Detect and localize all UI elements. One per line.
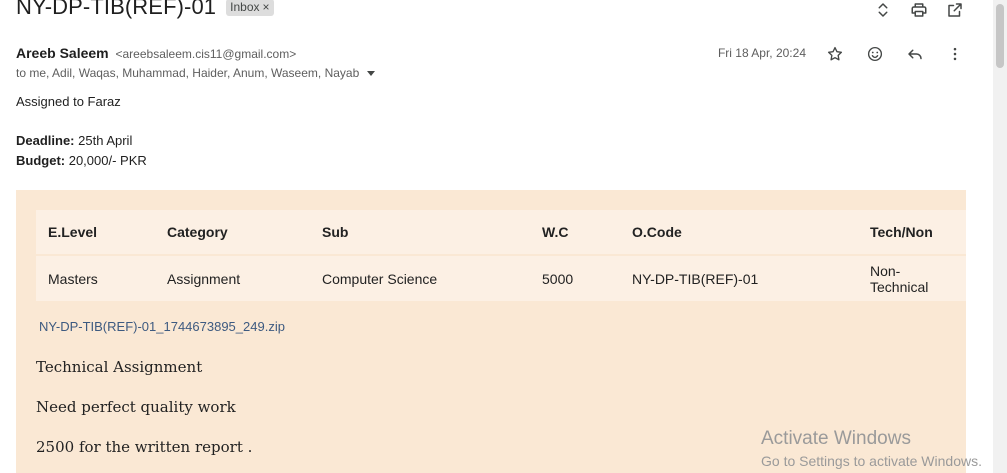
remove-label-icon[interactable]: × [263,0,270,14]
message-date: Fri 18 Apr, 20:24 [717,46,806,60]
header-sub: Sub [310,210,530,256]
table-row: Masters Assignment Computer Science 5000… [36,255,966,301]
scrollbar-track[interactable] [993,0,1007,473]
more-options-icon[interactable] [945,44,965,64]
budget-value: 20,000/- PKR [65,153,147,168]
assigned-line: Assigned to Faraz [16,94,121,109]
emoji-react-icon[interactable] [865,44,885,64]
activate-windows-subtitle: Go to Settings to activate Windows. [761,453,982,469]
email-view: NY-DP-TIB(REF)-01 Inbox × Areeb Saleem <… [0,0,1007,473]
header-order-code: O.Code [620,210,858,256]
expand-collapse-icon[interactable] [873,0,893,20]
header-word-count: W.C [530,210,620,256]
note-line: Technical Assignment [36,358,203,376]
header-category: Category [155,210,310,256]
deadline-label: Deadline: [16,133,75,148]
note-line: 2500 for the written report . [36,438,253,456]
label-text: Inbox [230,0,260,14]
recipients-row: to me, Adil, Waqas, Muhammad, Haider, An… [16,66,376,80]
sender-email: <areebsaleem.cis11@gmail.com> [115,47,297,61]
budget-label: Budget: [16,153,66,168]
cell-e-level: Masters [48,270,98,287]
header-tech-non: Tech/Non [858,210,966,256]
star-icon[interactable] [825,44,845,64]
reply-icon[interactable] [905,44,925,64]
cell-word-count: 5000 [542,270,574,287]
scrollbar-thumb[interactable] [996,4,1004,68]
cell-order-code: NY-DP-TIB(REF)-01 [632,270,759,287]
subject-row: NY-DP-TIB(REF)-01 Inbox × [16,0,274,20]
deadline-line: Deadline: 25th April [16,133,132,148]
sender-name[interactable]: Areeb Saleem [16,45,109,61]
note-line: Need perfect quality work [36,398,236,416]
deadline-value: 25th April [74,133,133,148]
show-details-chevron-down-icon[interactable] [367,70,376,76]
email-subject: NY-DP-TIB(REF)-01 [16,0,217,19]
message-actions [825,44,965,64]
header-e-level: E.Level [36,210,155,256]
thread-toolbar [873,0,965,20]
cell-sub: Computer Science [322,270,438,287]
inbox-label-chip[interactable]: Inbox × [226,0,274,16]
sender-info: Areeb Saleem <areebsaleem.cis11@gmail.co… [16,45,296,61]
activate-windows-title: Activate Windows [761,428,911,449]
attachment-link[interactable]: NY-DP-TIB(REF)-01_1744673895_249.zip [39,319,285,334]
open-new-window-icon[interactable] [945,0,965,20]
cell-tech-non: Non-Technical [870,262,929,295]
recipients-list: to me, Adil, Waqas, Muhammad, Haider, An… [16,66,360,80]
table-header-row: E.Level Category Sub W.C O.Code Tech/Non [36,210,966,256]
order-table: E.Level Category Sub W.C O.Code Tech/Non… [36,210,966,301]
print-icon[interactable] [909,0,929,20]
budget-line: Budget: 20,000/- PKR [16,153,147,168]
cell-category: Assignment [167,270,241,287]
